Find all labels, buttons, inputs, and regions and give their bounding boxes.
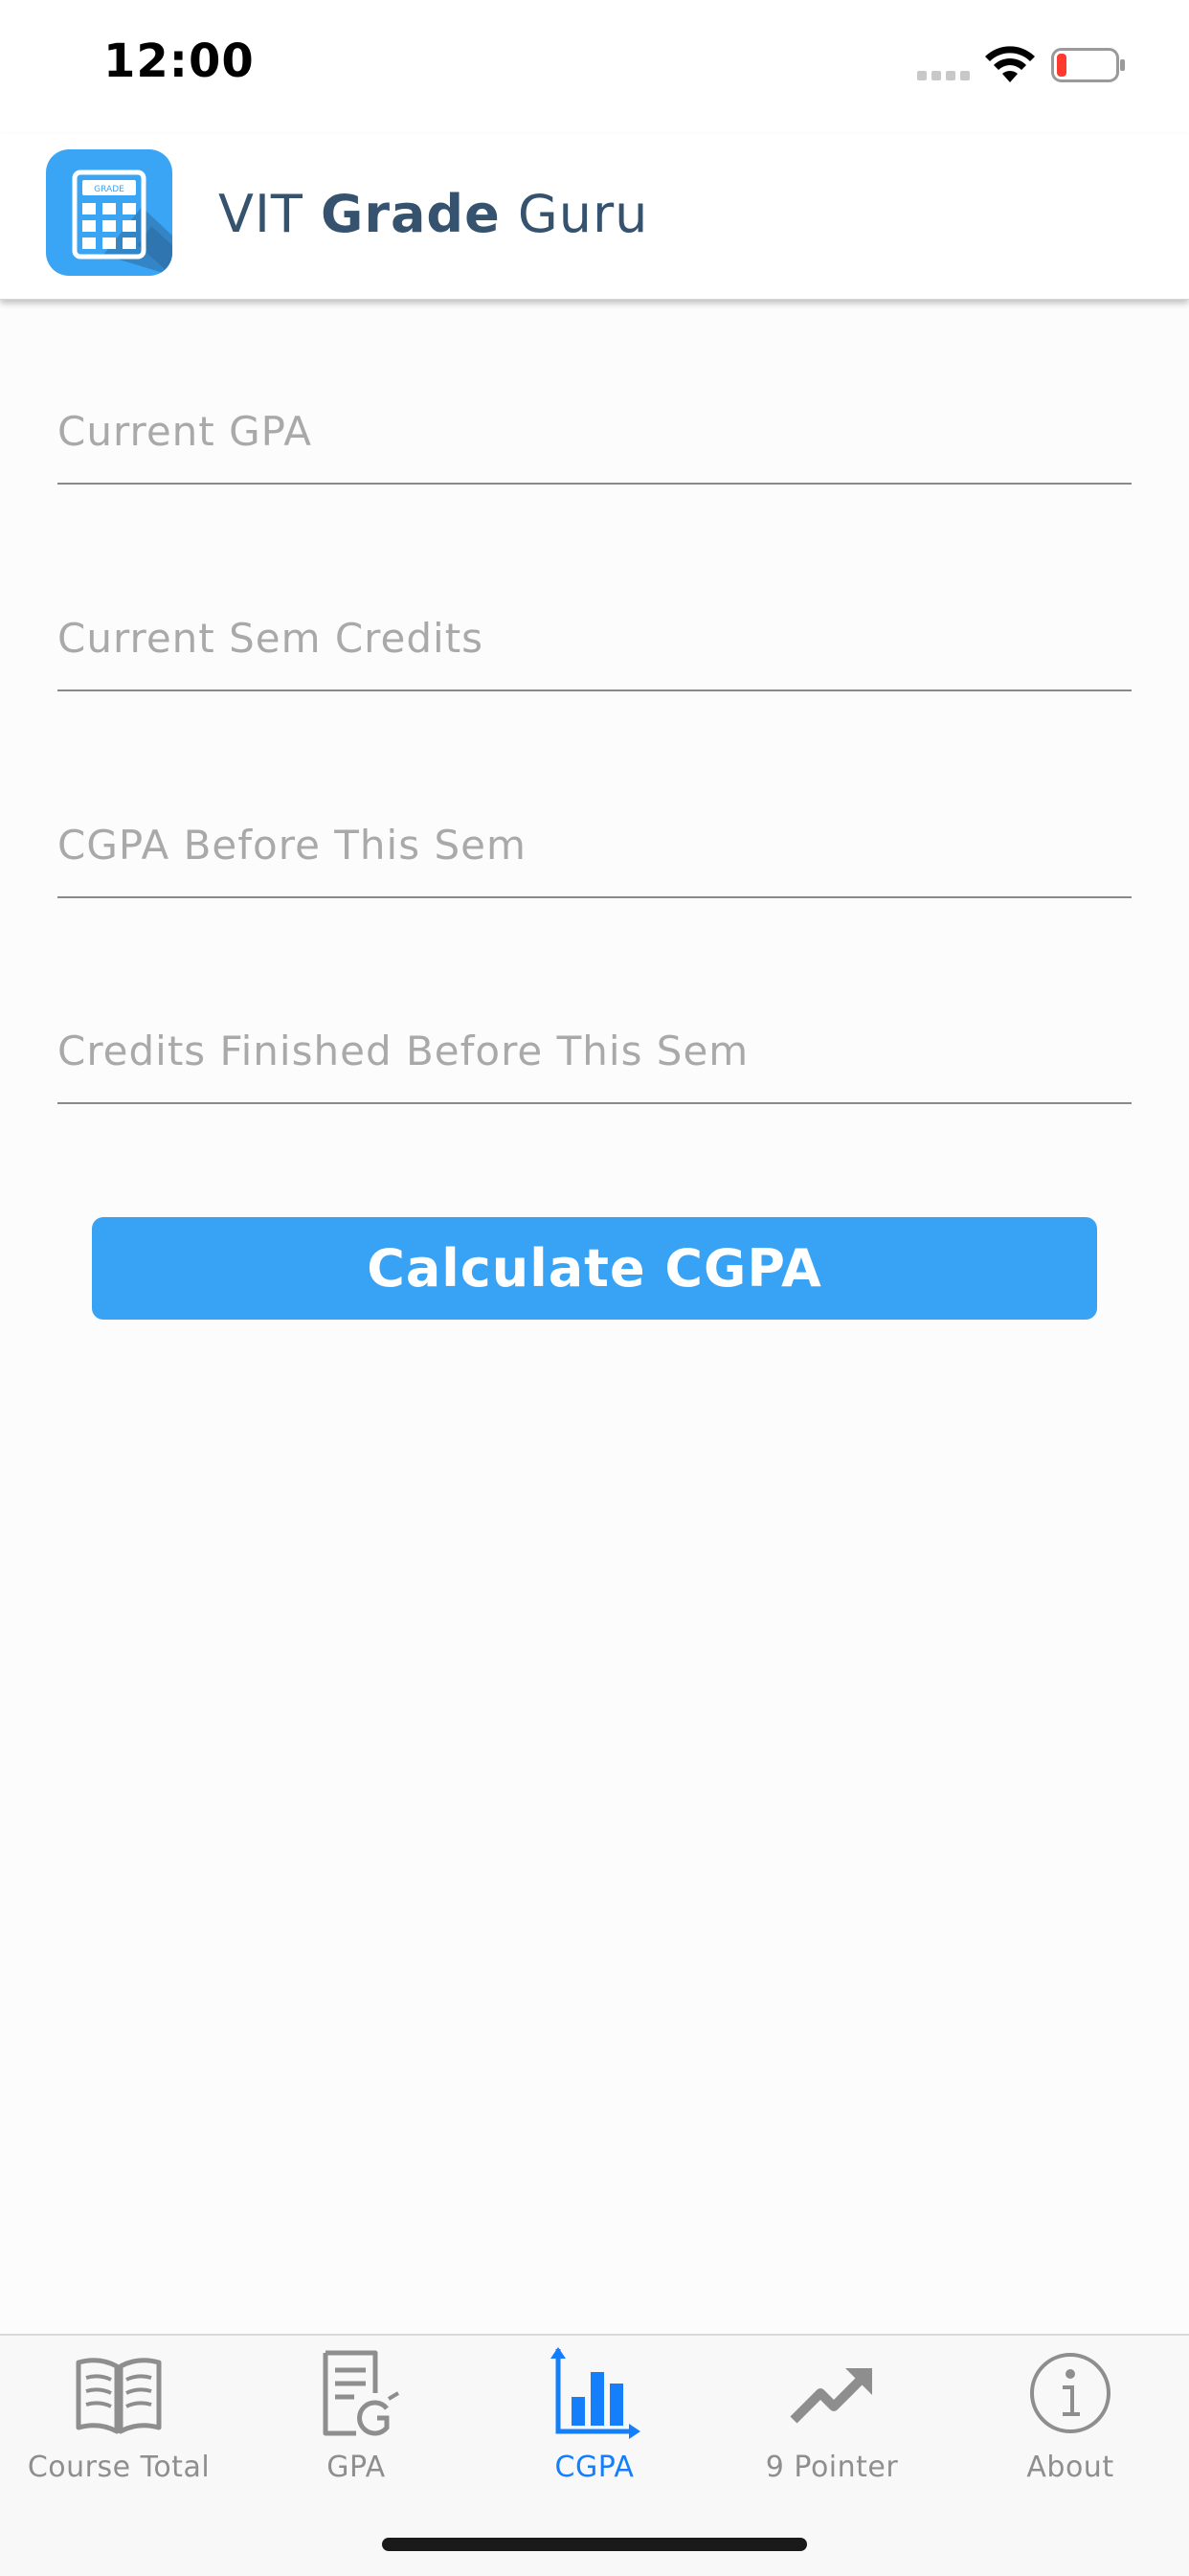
document-g-icon (323, 2350, 400, 2436)
app-title-suffix: Guru (500, 184, 649, 244)
app-header: GRADE VIT Grade Guru (0, 134, 1189, 300)
tab-9-pointer[interactable]: 9 Pointer (713, 2336, 951, 2498)
book-icon (76, 2358, 162, 2434)
credits-before-field (57, 997, 1132, 1104)
battery-icon (1051, 48, 1125, 82)
wifi-icon (985, 46, 1035, 82)
tab-9-pointer-label: 9 Pointer (765, 2451, 899, 2484)
app-title-prefix: VIT (218, 184, 322, 244)
tab-course-total-label: Course Total (27, 2451, 211, 2484)
current-sem-credits-input[interactable] (57, 609, 1110, 667)
calculator-icon: GRADE (72, 169, 172, 276)
tab-about[interactable]: About (952, 2336, 1189, 2498)
cellular-signal-icon (917, 69, 975, 80)
tab-cgpa[interactable]: CGPA (476, 2336, 713, 2498)
app-logo: GRADE (46, 149, 172, 276)
info-icon (1030, 2353, 1110, 2433)
app-title-bold: Grade (321, 184, 501, 244)
current-sem-credits-field (57, 584, 1132, 691)
status-bar: 12:00 (0, 0, 1189, 134)
home-indicator (382, 2538, 807, 2551)
tab-about-label: About (1026, 2451, 1114, 2484)
credits-before-input[interactable] (57, 1022, 1110, 1079)
trending-up-icon (790, 2368, 872, 2424)
calculate-cgpa-button[interactable]: Calculate CGPA (92, 1217, 1097, 1320)
bar-chart-icon (550, 2347, 640, 2439)
tab-gpa[interactable]: GPA (237, 2336, 475, 2498)
status-time: 12:00 (103, 34, 255, 88)
app-title: VIT Grade Guru (218, 184, 648, 244)
current-gpa-input[interactable] (57, 402, 1110, 460)
cgpa-before-field (57, 791, 1132, 898)
tab-cgpa-label: CGPA (554, 2451, 635, 2484)
tab-gpa-label: GPA (326, 2451, 386, 2484)
current-gpa-field (57, 377, 1132, 485)
logo-text: GRADE (94, 185, 124, 194)
tab-course-total[interactable]: Course Total (0, 2336, 237, 2498)
cgpa-before-input[interactable] (57, 816, 1110, 873)
